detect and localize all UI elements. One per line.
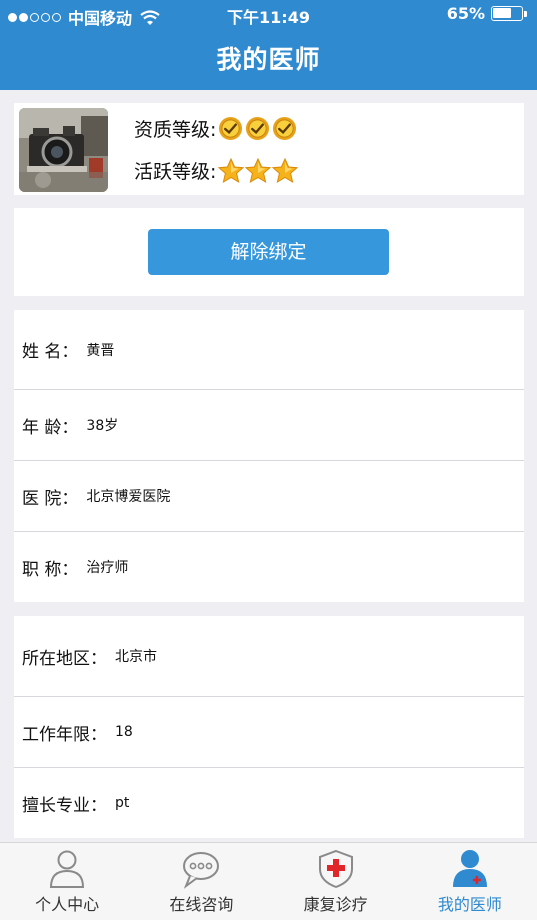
tab-label: 在线咨询	[169, 895, 234, 914]
info-label: 所在地区：	[22, 648, 107, 669]
info-value: 北京市	[115, 649, 157, 665]
doctor-profile-card: 资质等级: 活跃等级:	[14, 103, 524, 195]
tab-label: 我的医师	[437, 895, 502, 914]
shield-cross-icon	[318, 849, 353, 889]
info-row-title: 职 称： 治疗师	[14, 532, 524, 602]
page-title: 我的医师	[216, 45, 321, 74]
info-row-region: 所在地区： 北京市	[14, 616, 524, 697]
tab-personal-center[interactable]: 个人中心	[0, 843, 134, 920]
tab-bar: 个人中心 在线咨询 康复诊疗 我的医师	[0, 842, 537, 920]
info-value: 治疗师	[86, 560, 129, 576]
doctor-info-card: 姓 名： 黄晋 年 龄： 38岁 医 院： 北京博爱医院 职 称： 治疗师	[14, 310, 524, 602]
info-label: 年 龄：	[22, 417, 79, 438]
info-label: 职 称：	[22, 559, 79, 580]
info-value: 38岁	[86, 418, 119, 434]
tab-online-consult[interactable]: 在线咨询	[134, 843, 268, 920]
camera-photo-icon	[19, 108, 108, 192]
info-label: 工作年限：	[22, 724, 107, 745]
tab-label: 个人中心	[35, 895, 100, 914]
tab-my-doctor[interactable]: 我的医师	[403, 843, 537, 920]
info-label: 姓 名：	[22, 342, 79, 362]
activity-star-icon	[218, 157, 245, 183]
info-value: 黄晋	[86, 342, 115, 359]
activity-stars	[218, 157, 299, 184]
unbind-button[interactable]: 解除绑定	[148, 229, 389, 275]
info-label: 医 院：	[22, 488, 79, 509]
activity-star-icon	[245, 157, 272, 183]
status-bar: 中国移动 下午11:49 65%	[0, 0, 537, 30]
activity-star-icon	[272, 157, 299, 183]
qualification-medal-icon	[246, 116, 270, 141]
work-info-card: 所在地区： 北京市 工作年限： 18 擅长专业： pt	[14, 616, 524, 838]
battery-icon	[491, 6, 523, 21]
info-row-hospital: 医 院： 北京博爱医院	[14, 461, 524, 532]
doctor-icon	[452, 850, 487, 887]
chat-icon	[183, 852, 220, 889]
info-row-years: 工作年限： 18	[14, 697, 524, 768]
qualification-medal-icon	[219, 116, 243, 141]
unbind-card: 解除绑定	[14, 208, 524, 296]
app-header: 中国移动 下午11:49 65% 我的医师	[0, 0, 537, 90]
info-row-age: 年 龄： 38岁	[14, 390, 524, 461]
activity-label: 活跃等级:	[134, 161, 217, 183]
info-value: 北京博爱医院	[86, 489, 171, 505]
tab-rehab-treatment[interactable]: 康复诊疗	[269, 843, 403, 920]
info-row-name: 姓 名： 黄晋	[14, 310, 524, 390]
info-label: 擅长专业：	[22, 795, 107, 816]
doctor-avatar[interactable]	[19, 108, 108, 192]
tab-label: 康复诊疗	[303, 895, 368, 914]
battery-indicator: 65%	[447, 4, 527, 23]
info-value: 18	[115, 724, 133, 740]
qualification-label: 资质等级:	[134, 119, 217, 141]
qualification-medal-icon	[273, 116, 297, 141]
qualification-rating: 资质等级:	[134, 115, 299, 142]
person-icon	[50, 850, 85, 888]
battery-level-fill	[493, 8, 511, 18]
battery-percent: 65%	[446, 4, 485, 23]
battery-tip	[524, 10, 527, 17]
activity-rating: 活跃等级:	[134, 157, 299, 184]
info-row-specialty: 擅长专业： pt	[14, 768, 524, 838]
info-value: pt	[115, 795, 130, 811]
qualification-medals	[218, 116, 299, 141]
